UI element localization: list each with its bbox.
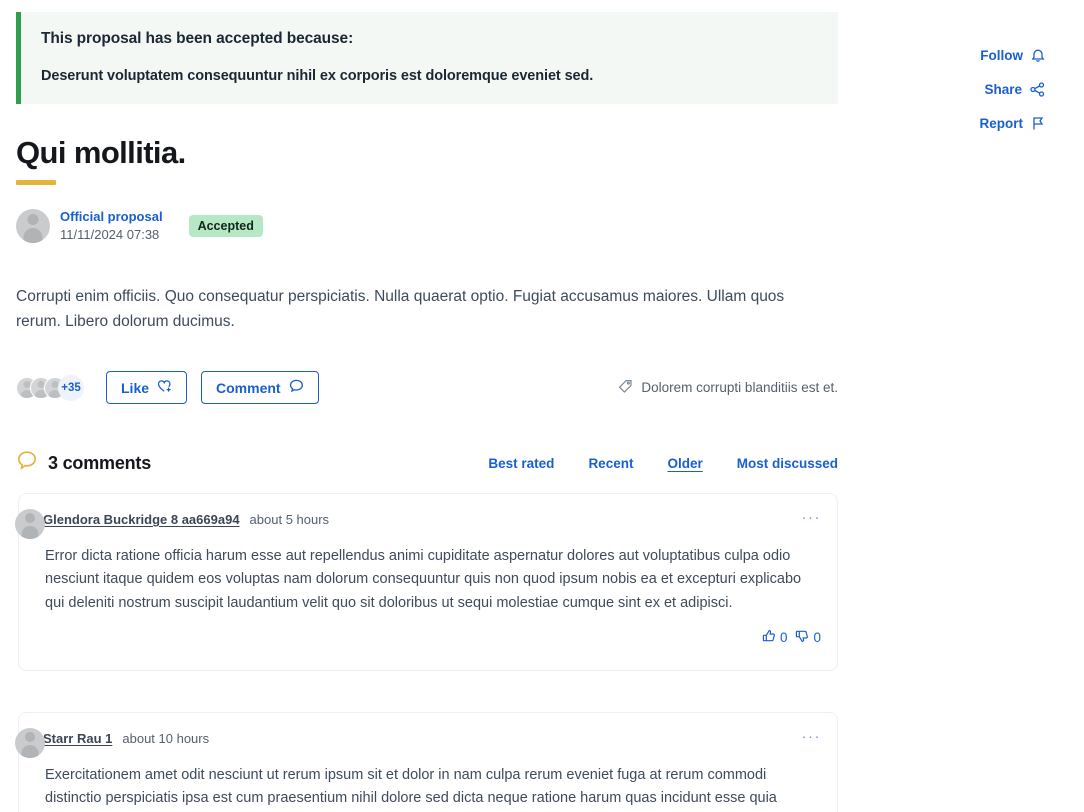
tag-label: Dolorem corrupti blanditiis est et.: [641, 380, 838, 395]
endorsers-group[interactable]: +35: [16, 374, 84, 401]
share-nodes-icon: [1030, 81, 1045, 97]
comment-author-link[interactable]: Glendora Buckridge 8 aa669a94: [43, 512, 240, 527]
share-label: Share: [984, 81, 1022, 97]
comments-count: 3 comments: [48, 452, 152, 473]
report-button[interactable]: Report: [945, 106, 1045, 140]
like-button[interactable]: Like: [106, 371, 188, 404]
sort-best-rated[interactable]: Best rated: [488, 456, 554, 471]
sort-older[interactable]: Older: [667, 456, 702, 471]
comment-card: Glendora Buckridge 8 aa669a94 about 5 ho…: [15, 493, 838, 671]
follow-button[interactable]: Follow: [945, 38, 1045, 72]
author-name-link[interactable]: Official proposal: [60, 208, 163, 226]
thumbs-up-icon: [762, 629, 776, 646]
comment-header: Starr Rau 1 about 10 hours ···: [15, 728, 822, 758]
comment-button[interactable]: Comment: [201, 371, 319, 404]
proposal-page: This proposal has been accepted because:…: [0, 0, 1084, 812]
comment-author-link[interactable]: Starr Rau 1: [43, 731, 112, 746]
flag-icon: [1031, 116, 1045, 131]
endorsers-more-count[interactable]: +35: [58, 374, 84, 401]
speech-bubble-icon: [289, 379, 304, 396]
status-badge: Accepted: [188, 214, 263, 237]
like-label: Like: [121, 379, 150, 396]
avatar: [15, 728, 45, 758]
downvote-count: 0: [813, 630, 821, 646]
action-rail: Follow Share Report: [945, 38, 1045, 140]
comments-header: 3 comments Best rated Recent Older Most …: [16, 450, 838, 476]
comment-body: Exercitationem amet odit nesciunt ut rer…: [45, 767, 777, 807]
upvote-count: 0: [779, 630, 788, 646]
comment-upvote[interactable]: 0: [762, 629, 788, 646]
heart-plus-icon: [157, 379, 172, 396]
comment-sort-options: Best rated Recent Older Most discussed: [488, 456, 838, 471]
proposal-body-text: Corrupti enim officiis. Quo consequatur …: [16, 288, 785, 330]
avatar: [16, 208, 50, 243]
author-meta: Official proposal 11/11/2024 07:38: [60, 208, 163, 243]
share-button[interactable]: Share: [945, 72, 1045, 106]
comment-body: Error dicta ratione officia harum esse a…: [45, 548, 802, 611]
bell-icon: [1031, 48, 1045, 63]
comment-label: Comment: [216, 379, 281, 396]
speech-bubble-icon: [16, 450, 38, 476]
comment-header: Glendora Buckridge 8 aa669a94 about 5 ho…: [15, 509, 822, 539]
comment-options-menu-icon[interactable]: ···: [802, 510, 822, 529]
comment-timestamp: about 5 hours: [249, 512, 330, 527]
thumbs-down-icon: [795, 629, 809, 646]
comment-card: Starr Rau 1 about 10 hours ··· Exercitat…: [15, 712, 838, 812]
report-label: Report: [979, 115, 1024, 131]
proposal-date: 11/11/2024 07:38: [60, 226, 160, 242]
comment-downvote[interactable]: 0: [795, 629, 821, 646]
author-row: Official proposal 11/11/2024 07:38 Accep…: [16, 208, 263, 243]
callout-body: Deserunt voluptatem consequuntur nihil e…: [41, 68, 594, 84]
tag-icon: [618, 379, 633, 396]
proposal-action-bar: +35 Like Comment Dolorem corrupti blandi…: [16, 371, 838, 404]
proposal-tag: Dolorem corrupti blanditiis est et.: [618, 379, 838, 396]
comment-timestamp: about 10 hours: [122, 731, 210, 746]
comment-vote-bar: 0 0: [45, 629, 821, 646]
accepted-callout: This proposal has been accepted because:…: [16, 12, 838, 104]
comment-options-menu-icon[interactable]: ···: [802, 729, 822, 748]
avatar: [15, 509, 45, 539]
sort-most-discussed[interactable]: Most discussed: [737, 456, 838, 471]
title-underline-rule: [16, 180, 56, 186]
follow-label: Follow: [980, 47, 1023, 63]
page-title: Qui mollitia.: [16, 135, 186, 170]
sort-recent[interactable]: Recent: [588, 456, 633, 471]
callout-title: This proposal has been accepted because:: [41, 30, 354, 47]
title-block: Qui mollitia.: [16, 135, 186, 186]
